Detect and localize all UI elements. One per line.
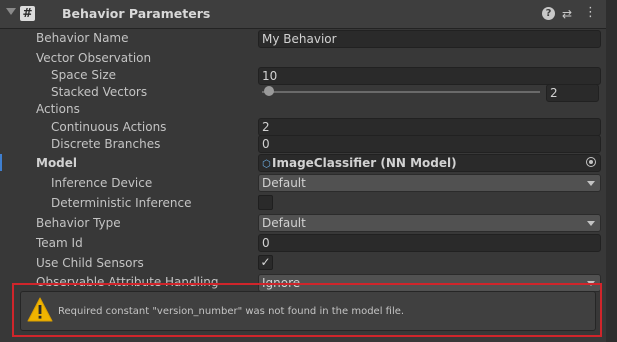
- stacked-vectors-slider-track[interactable]: [262, 91, 540, 93]
- inference-device-value: Default: [262, 176, 306, 190]
- behavior-name-input[interactable]: My Behavior: [258, 30, 601, 48]
- model-override-indicator: [0, 154, 2, 171]
- behavior-type-label: Behavior Type: [36, 216, 121, 230]
- deterministic-inference-label: Deterministic Inference: [51, 196, 192, 210]
- foldout-arrow-icon[interactable]: [6, 8, 16, 15]
- inference-device-label: Inference Device: [51, 176, 153, 190]
- team-id-label: Team Id: [36, 236, 83, 250]
- kebab-menu-icon[interactable]: ⋮: [584, 5, 597, 20]
- behavior-type-dropdown[interactable]: Default: [258, 214, 601, 232]
- warning-highlight-outline: [12, 283, 602, 337]
- help-icon[interactable]: ?: [542, 7, 555, 20]
- component-header[interactable]: # Behavior Parameters ? ⇄ ⋮: [0, 0, 606, 29]
- space-size-input[interactable]: 10: [258, 67, 601, 85]
- discrete-branches-label: Discrete Branches: [51, 137, 161, 151]
- component-title: Behavior Parameters: [62, 6, 211, 21]
- model-label: Model: [36, 156, 78, 170]
- use-child-sensors-label: Use Child Sensors: [36, 256, 144, 270]
- model-value: ImageClassifier (NN Model): [272, 156, 457, 170]
- chevron-down-icon: [587, 221, 595, 226]
- object-picker-icon[interactable]: [586, 157, 596, 167]
- team-id-input[interactable]: 0: [258, 234, 601, 252]
- inference-device-dropdown[interactable]: Default: [258, 174, 601, 192]
- discrete-branches-input[interactable]: 0: [258, 135, 601, 153]
- actions-label: Actions: [36, 102, 80, 116]
- deterministic-inference-checkbox[interactable]: [258, 195, 273, 210]
- behavior-type-value: Default: [262, 216, 306, 230]
- model-object-field[interactable]: ⬡ImageClassifier (NN Model): [258, 154, 601, 172]
- space-size-label: Space Size: [51, 68, 117, 82]
- nn-model-icon: ⬡: [262, 159, 271, 170]
- chevron-down-icon: [587, 181, 595, 186]
- preset-icon[interactable]: ⇄: [562, 7, 572, 21]
- stacked-vectors-input[interactable]: 2: [546, 84, 599, 102]
- continuous-actions-label: Continuous Actions: [51, 120, 167, 134]
- behavior-name-label: Behavior Name: [36, 31, 129, 45]
- inspector-scrollbar[interactable]: [606, 0, 617, 342]
- stacked-vectors-label: Stacked Vectors: [51, 85, 148, 99]
- stacked-vectors-slider-thumb[interactable]: [264, 86, 274, 96]
- script-icon: #: [20, 6, 35, 21]
- continuous-actions-input[interactable]: 2: [258, 118, 601, 136]
- use-child-sensors-checkbox[interactable]: ✓: [258, 255, 273, 270]
- vector-observation-label: Vector Observation: [36, 51, 152, 65]
